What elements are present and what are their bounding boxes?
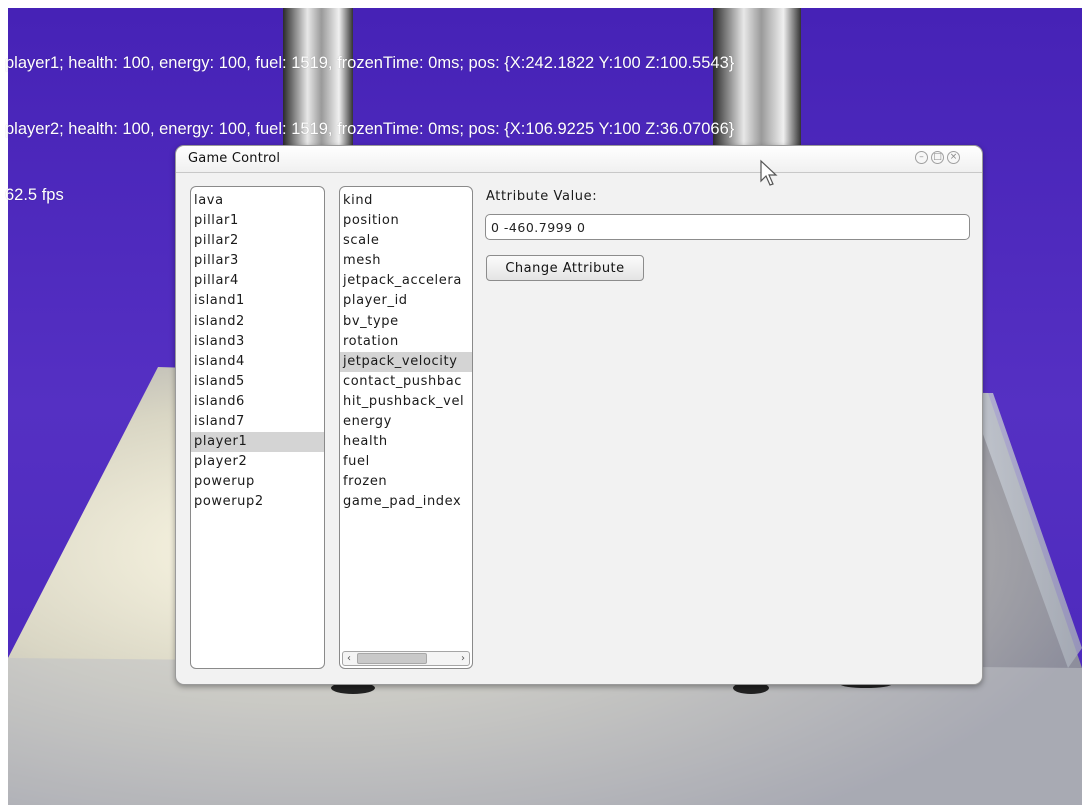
attribute-list-item[interactable]: rotation (340, 332, 472, 352)
game-control-dialog: Game Control – □ × lava pillar1 pillar2 pil… (175, 145, 983, 685)
object-list-item[interactable]: powerup (191, 472, 324, 492)
attribute-list-item[interactable]: energy (340, 412, 472, 432)
attribute-list-item[interactable]: mesh (340, 251, 472, 271)
object-list-item[interactable]: island6 (191, 392, 324, 412)
attribute-list-item[interactable]: jetpack_velocity (340, 351, 472, 372)
object-list-item[interactable]: island7 (191, 412, 324, 432)
object-list-item[interactable]: island5 (191, 372, 324, 392)
object-list-item[interactable]: island2 (191, 312, 324, 332)
object-list-item[interactable]: lava (191, 191, 324, 211)
object-list-item[interactable]: player2 (191, 452, 324, 472)
close-icon[interactable]: × (947, 151, 960, 164)
attribute-list[interactable]: kind position scale mesh jetpack_accelera pla… (339, 186, 473, 669)
object-list-item[interactable]: island3 (191, 332, 324, 352)
attribute-list-item[interactable]: health (340, 432, 472, 452)
maximize-icon[interactable]: □ (931, 151, 944, 164)
attribute-value-label: Attribute Value: (486, 189, 598, 204)
attribute-list-horizontal-scrollbar[interactable]: ‹ › (342, 651, 470, 666)
chevron-left-icon[interactable]: ‹ (343, 652, 355, 665)
object-list-item[interactable]: pillar1 (191, 211, 324, 231)
attribute-list-item[interactable]: fuel (340, 452, 472, 472)
object-list-items: lava pillar1 pillar2 pillar3 pillar4 island1 i… (191, 191, 324, 513)
attribute-list-item[interactable]: scale (340, 231, 472, 251)
minimize-icon[interactable]: – (915, 151, 928, 164)
mouse-pointer-icon (760, 159, 778, 186)
attribute-list-item[interactable]: kind (340, 191, 472, 211)
hud-player1-status: player1; health: 100, energy: 100, fuel:… (5, 54, 735, 72)
attribute-list-item[interactable]: jetpack_accelera (340, 271, 472, 291)
attribute-list-item[interactable]: game_pad_index (340, 492, 472, 512)
object-list-item[interactable]: pillar2 (191, 231, 324, 251)
attribute-list-item[interactable]: frozen (340, 472, 472, 492)
attribute-list-item[interactable]: hit_pushback_vel (340, 392, 472, 412)
scrollbar-thumb[interactable] (357, 653, 427, 664)
attribute-list-item[interactable]: contact_pushbac (340, 372, 472, 392)
attribute-list-items: kind position scale mesh jetpack_accelera pla… (340, 191, 472, 513)
object-list-item[interactable]: player1 (191, 432, 324, 453)
object-list[interactable]: lava pillar1 pillar2 pillar3 pillar4 island1 i… (190, 186, 325, 669)
dialog-titlebar[interactable]: Game Control – □ × (176, 146, 982, 173)
hud-player2-status: player2; health: 100, energy: 100, fuel:… (5, 120, 735, 138)
attribute-list-item[interactable]: bv_type (340, 312, 472, 332)
attribute-list-item[interactable]: position (340, 211, 472, 231)
object-list-item[interactable]: island4 (191, 352, 324, 372)
attribute-list-item[interactable]: player_id (340, 291, 472, 311)
object-list-item[interactable]: pillar4 (191, 271, 324, 291)
object-list-item[interactable]: pillar3 (191, 251, 324, 271)
change-attribute-button[interactable]: Change Attribute (486, 255, 644, 281)
object-list-item[interactable]: powerup2 (191, 492, 324, 512)
dialog-title: Game Control (188, 151, 281, 166)
chevron-right-icon[interactable]: › (457, 652, 469, 665)
object-list-item[interactable]: island1 (191, 291, 324, 311)
attribute-value-input[interactable] (485, 214, 970, 240)
